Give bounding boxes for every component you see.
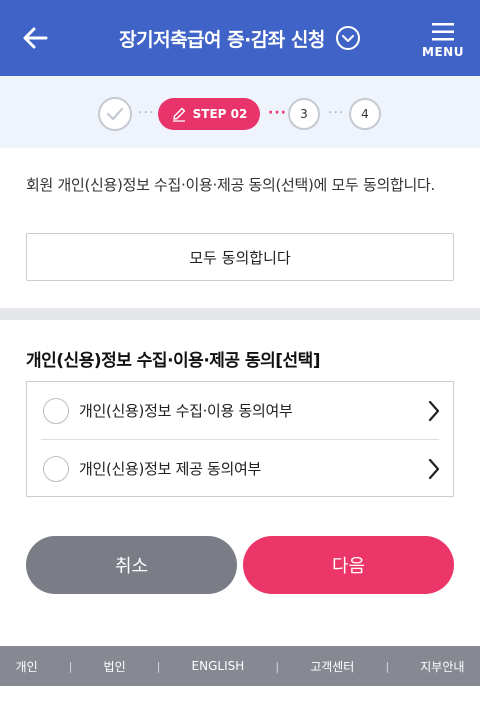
menu-button[interactable]: MENU xyxy=(420,18,466,64)
menu-label: MENU xyxy=(422,45,464,59)
step-connector: ··· xyxy=(268,105,287,121)
footer-nav: 개인 | 법인 | ENGLISH | 고객센터 | 지부안내 xyxy=(0,646,480,686)
page-title: 장기저축급여 증·감좌 신청 xyxy=(119,28,325,51)
footer-link-corporate[interactable]: 법인 xyxy=(104,658,126,675)
chevron-down-circle-icon[interactable] xyxy=(335,25,361,51)
consent-intro-text: 회원 개인(신용)정보 수집·이용·제공 동의(선택)에 모두 동의합니다. xyxy=(26,176,435,194)
section-divider xyxy=(0,308,480,320)
arrow-left-icon xyxy=(23,27,48,49)
footer-link-customer-center[interactable]: 고객센터 xyxy=(310,658,354,675)
consent-item-collect-use[interactable]: 개인(신용)정보 수집·이용 동의여부 xyxy=(27,382,453,439)
app-header: 장기저축급여 증·감좌 신청 MENU xyxy=(0,0,480,76)
consent-item-label: 개인(신용)정보 수집·이용 동의여부 xyxy=(79,402,293,420)
footer-link-personal[interactable]: 개인 xyxy=(16,658,38,675)
hamburger-icon xyxy=(432,23,454,41)
next-button[interactable]: 다음 xyxy=(243,536,454,594)
agree-all-button[interactable]: 모두 동의합니다 xyxy=(26,233,454,281)
step-4: 4 xyxy=(349,98,381,130)
step-1-done xyxy=(98,97,132,131)
radio-button[interactable] xyxy=(43,455,69,482)
step-connector: ··· xyxy=(328,105,345,121)
step-2-label: STEP 02 xyxy=(192,107,248,121)
check-icon xyxy=(106,107,124,121)
consent-list: 개인(신용)정보 수집·이용 동의여부 개인(신용)정보 제공 동의여부 xyxy=(26,381,454,497)
footer-separator: | xyxy=(156,659,161,673)
section-title: 개인(신용)정보 수집·이용·제공 동의[선택] xyxy=(26,351,321,371)
consent-item-provide[interactable]: 개인(신용)정보 제공 동의여부 xyxy=(27,440,453,497)
footer-separator: | xyxy=(275,659,280,673)
step-3: 3 xyxy=(288,98,320,130)
chevron-right-icon[interactable] xyxy=(427,458,441,480)
back-button[interactable] xyxy=(20,22,52,54)
footer-separator: | xyxy=(68,659,73,673)
footer-link-branches[interactable]: 지부안내 xyxy=(420,658,464,675)
radio-button[interactable] xyxy=(43,397,69,424)
step-2-current: STEP 02 xyxy=(158,98,260,130)
footer-separator: | xyxy=(385,659,390,673)
cancel-button[interactable]: 취소 xyxy=(26,536,237,594)
step-connector: ··· xyxy=(138,105,155,121)
chevron-right-icon[interactable] xyxy=(427,400,441,422)
pencil-icon xyxy=(172,107,185,122)
footer-link-english[interactable]: ENGLISH xyxy=(192,659,245,673)
consent-item-label: 개인(신용)정보 제공 동의여부 xyxy=(79,460,262,478)
